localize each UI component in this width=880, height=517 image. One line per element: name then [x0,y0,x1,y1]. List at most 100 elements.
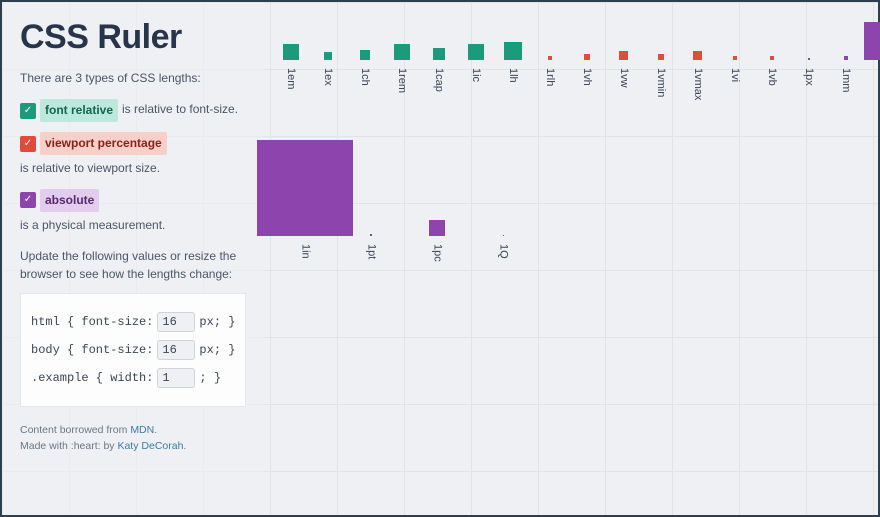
unit-cell: 1cap [420,48,457,104]
unit-label: 1vi [729,68,741,104]
unit-cell: 1rlh [531,56,568,104]
unit-swatch [548,56,552,60]
body-fontsize-input[interactable] [157,340,195,360]
unit-swatch [283,44,299,60]
code-line-html: html { font-size: px; } [31,312,235,332]
code-text: ; } [199,371,221,385]
footer-text: Made with :heart: by [20,440,117,452]
legend-label-font: font relative [40,99,118,122]
unit-cell: 1pc [404,220,470,270]
unit-cell: 1em [272,44,309,104]
code-text: px; } [199,315,235,329]
legend-desc-viewport: is relative to viewport size. [20,159,160,178]
unit-label: 1mm [840,68,852,104]
html-fontsize-input[interactable] [157,312,195,332]
unit-swatch [370,234,372,236]
unit-swatch [619,51,628,60]
instruction-text: Update the following values or resize th… [20,247,246,283]
unit-cell: 1ex [309,52,346,104]
code-text: px; } [199,343,235,357]
unit-swatch [360,50,370,60]
unit-cell: 1vmax [679,51,716,104]
author-link[interactable]: Katy DeCorah [117,440,183,452]
example-width-input[interactable] [157,368,195,388]
unit-swatch [658,54,664,60]
code-text: html { font-size: [31,315,153,329]
unit-cell: 1vh [568,54,605,104]
check-icon[interactable]: ✓ [20,136,36,152]
layout: CSS Ruler There are 3 types of CSS lengt… [2,2,878,515]
page-title: CSS Ruler [20,18,246,57]
unit-label: 1ic [470,68,482,104]
unit-cell: 1cm [864,22,880,104]
code-box: html { font-size: px; } body { font-size… [20,293,246,407]
unit-cell: 1Q [470,235,536,270]
unit-swatch [257,140,353,236]
unit-label: 1vw [618,68,630,104]
unit-label: 1vmax [692,68,704,104]
code-text: body { font-size: [31,343,153,357]
code-line-body: body { font-size: px; } [31,340,235,360]
unit-swatch [844,56,848,60]
unit-label: 1ch [359,68,371,104]
sidebar: CSS Ruler There are 3 types of CSS lengt… [2,2,264,515]
legend-viewport: ✓ viewport percentage is relative to vie… [20,132,246,178]
unit-row-2: 1in 1pt 1pc 1Q [264,104,880,270]
unit-swatch [429,220,445,236]
unit-row-1: 1em 1ex 1ch 1rem 1cap 1ic 1lh 1rlh 1vh 1vw 1vmin 1v… [264,22,880,104]
unit-cell: 1vb [753,56,790,104]
footer-text: . [154,424,157,436]
unit-label: 1em [285,68,297,104]
code-line-example: .example { width: ; } [31,368,235,388]
unit-cell: 1ic [457,44,494,104]
legend-label-viewport: viewport percentage [40,132,167,155]
unit-cell: 1ch [346,50,383,104]
unit-cell: 1px [790,58,827,104]
unit-label: 1pt [365,244,377,270]
unit-label: 1vb [766,68,778,104]
check-icon[interactable]: ✓ [20,103,36,119]
ruler-area: 1em 1ex 1ch 1rem 1cap 1ic 1lh 1rlh 1vh 1vw 1vmin 1v… [264,2,880,515]
unit-swatch [433,48,445,60]
legend-desc-absolute: is a physical measurement. [20,216,165,235]
unit-label: 1vh [581,68,593,104]
unit-label: 1vmin [655,68,667,104]
unit-cell: 1rem [383,44,420,104]
code-text: .example { width: [31,371,153,385]
unit-swatch [808,58,810,60]
unit-label: 1in [299,244,311,270]
check-icon[interactable]: ✓ [20,192,36,208]
unit-swatch [468,44,484,60]
mdn-link[interactable]: MDN [130,424,154,436]
footer-text: . [183,440,186,452]
unit-swatch [770,56,774,60]
unit-swatch [693,51,702,60]
legend-label-absolute: absolute [40,189,99,212]
legend-desc-font: is relative to font-size. [122,100,238,119]
unit-label: 1px [803,68,815,104]
unit-cell: 1pt [338,234,404,270]
unit-label: 1rem [396,68,408,104]
unit-swatch [733,56,737,60]
unit-cell: 1mm [827,56,864,104]
unit-label: 1cap [433,68,445,104]
unit-swatch [394,44,410,60]
unit-cell: 1vi [716,56,753,104]
unit-swatch [584,54,590,60]
footer-text: Content borrowed from [20,424,130,436]
unit-cell: 1in [272,140,338,270]
unit-label: 1pc [431,244,443,270]
unit-label: 1rlh [544,68,556,104]
unit-cell: 1lh [494,42,531,104]
legend-font-relative: ✓ font relative is relative to font-size… [20,99,246,122]
intro-text: There are 3 types of CSS lengths: [20,71,246,85]
unit-cell: 1vw [605,51,642,104]
footer: Content borrowed from MDN. Made with :he… [20,423,246,455]
unit-swatch [324,52,332,60]
legend-absolute: ✓ absolute is a physical measurement. [20,189,246,235]
unit-label: 1ex [322,68,334,104]
unit-swatch [503,235,504,236]
unit-label: 1Q [497,244,509,270]
unit-cell: 1vmin [642,54,679,104]
unit-label: 1lh [507,68,519,104]
